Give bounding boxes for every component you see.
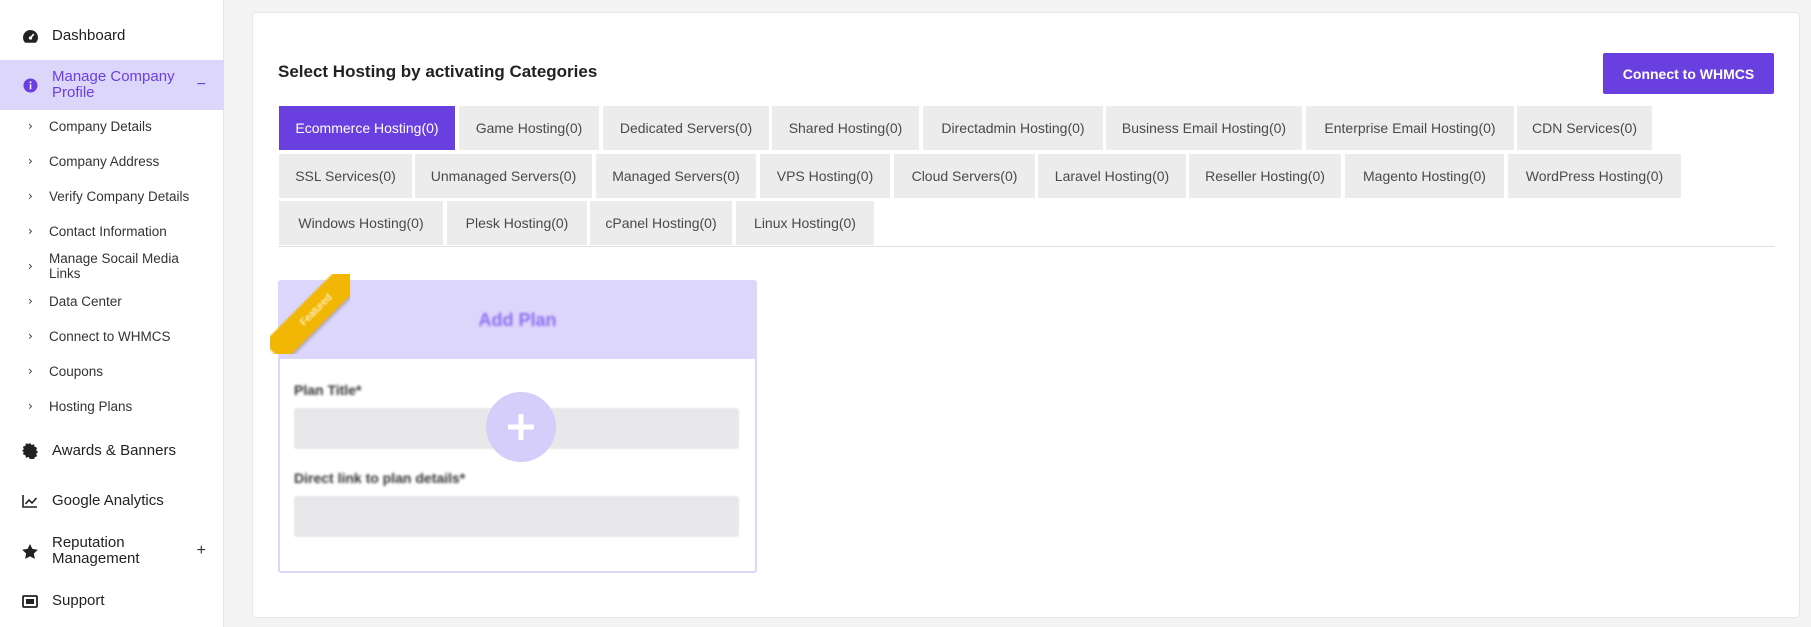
nav-awards-banners[interactable]: Awards & Banners <box>0 438 224 464</box>
page-title: Select Hosting by activating Categories <box>278 62 598 81</box>
tab-windows-hosting[interactable]: Windows Hosting(0) <box>279 201 443 245</box>
tab-linux-hosting[interactable]: Linux Hosting(0) <box>736 201 874 245</box>
chart-line-icon <box>21 492 39 510</box>
nav-support[interactable]: Support <box>0 588 224 614</box>
sidebar-item-label: Company Details <box>49 119 152 134</box>
tab-laravel-hosting[interactable]: Laravel Hosting(0) <box>1038 154 1186 198</box>
nav-google-analytics[interactable]: Google Analytics <box>0 488 224 514</box>
sidebar-item-data-center[interactable]: › Data Center <box>0 294 224 312</box>
tab-managed-servers[interactable]: Managed Servers(0) <box>596 154 756 198</box>
tab-directadmin-hosting[interactable]: Directadmin Hosting(0) <box>923 106 1103 150</box>
tab-vps-hosting[interactable]: VPS Hosting(0) <box>760 154 890 198</box>
sidebar-item-verify-company-details[interactable]: › Verify Company Details <box>0 189 224 207</box>
info-icon <box>21 76 39 94</box>
chevron-right-icon: › <box>28 364 33 378</box>
tab-shared-hosting[interactable]: Shared Hosting(0) <box>772 106 919 150</box>
nav-reputation-label-line1: Reputation <box>52 534 125 551</box>
sidebar-item-label: Hosting Plans <box>49 399 133 414</box>
nav-dashboard-label: Dashboard <box>52 27 126 44</box>
tab-wordpress-hosting[interactable]: WordPress Hosting(0) <box>1508 154 1681 198</box>
nav-analytics-label: Google Analytics <box>52 492 164 509</box>
tab-magento-hosting[interactable]: Magento Hosting(0) <box>1345 154 1504 198</box>
sidebar-item-company-address[interactable]: › Company Address <box>0 154 224 172</box>
sidebar-item-contact-information[interactable]: › Contact Information <box>0 224 224 242</box>
sidebar-item-label: Coupons <box>49 364 104 379</box>
add-plan-title: Add Plan <box>478 310 557 330</box>
dashboard-gauge-icon <box>21 27 39 45</box>
tab-plesk-hosting[interactable]: Plesk Hosting(0) <box>447 201 587 245</box>
plan-link-label: Direct link to plan details* <box>294 470 466 486</box>
tab-cpanel-hosting[interactable]: cPanel Hosting(0) <box>590 201 732 245</box>
chevron-right-icon: › <box>28 189 33 203</box>
chevron-right-icon: › <box>28 154 33 168</box>
nav-manage-company-label-line2: Profile <box>52 84 95 101</box>
connect-whmcs-button[interactable]: Connect to WHMCS <box>1603 53 1774 94</box>
tab-reseller-hosting[interactable]: Reseller Hosting(0) <box>1189 154 1341 198</box>
nav-reputation-label-line2: Management <box>52 550 140 567</box>
expand-toggle-icon[interactable]: + <box>197 542 206 560</box>
collapse-toggle-icon[interactable]: − <box>197 76 206 94</box>
sidebar: Dashboard Manage Company Profile − › Comp… <box>0 0 224 627</box>
nav-manage-company-label: Manage Company Profile <box>52 69 175 101</box>
tab-unmanaged-servers[interactable]: Unmanaged Servers(0) <box>415 154 592 198</box>
nav-awards-label: Awards & Banners <box>52 442 176 459</box>
featured-ribbon-label: Featured <box>270 274 350 354</box>
sidebar-item-company-details[interactable]: › Company Details <box>0 119 224 137</box>
chevron-right-icon: › <box>28 294 33 308</box>
sidebar-item-label: Company Address <box>49 154 160 169</box>
tab-business-email-hosting[interactable]: Business Email Hosting(0) <box>1106 106 1302 150</box>
ticket-icon <box>21 592 39 610</box>
tab-dedicated-servers[interactable]: Dedicated Servers(0) <box>603 106 769 150</box>
tab-cdn-services[interactable]: CDN Services(0) <box>1517 106 1652 150</box>
tab-ecommerce-hosting[interactable]: Ecommerce Hosting(0) <box>279 106 455 150</box>
add-plan-button[interactable] <box>486 392 556 462</box>
sidebar-item-hosting-plans[interactable]: › Hosting Plans <box>0 399 224 417</box>
nav-support-label: Support <box>52 592 105 609</box>
tabs-divider <box>278 246 1775 247</box>
add-plan-card[interactable]: Add Plan Featured Plan Title* Direct lin… <box>270 274 757 573</box>
tab-ssl-services[interactable]: SSL Services(0) <box>279 154 412 198</box>
nav-manage-company-profile[interactable]: Manage Company Profile − <box>0 60 224 110</box>
plan-link-input[interactable] <box>294 496 739 537</box>
star-icon <box>21 542 39 560</box>
sidebar-item-coupons[interactable]: › Coupons <box>0 364 224 382</box>
sidebar-item-manage-social-media-links[interactable]: › Manage Socail Media Links <box>0 251 224 283</box>
sidebar-item-label: Connect to WHMCS <box>49 329 171 344</box>
chevron-right-icon: › <box>28 224 33 238</box>
plan-title-label: Plan Title* <box>294 382 362 398</box>
sidebar-item-connect-to-whmcs[interactable]: › Connect to WHMCS <box>0 329 224 347</box>
sidebar-item-label: Data Center <box>49 294 122 309</box>
tab-enterprise-email-hosting[interactable]: Enterprise Email Hosting(0) <box>1306 106 1514 150</box>
featured-ribbon: Featured <box>270 274 350 354</box>
tab-game-hosting[interactable]: Game Hosting(0) <box>459 106 599 150</box>
tab-cloud-servers[interactable]: Cloud Servers(0) <box>894 154 1035 198</box>
chevron-right-icon: › <box>28 259 33 273</box>
nav-reputation-management[interactable]: Reputation Management + <box>0 533 224 569</box>
nav-dashboard[interactable]: Dashboard <box>0 22 224 50</box>
nav-reputation-label: Reputation Management <box>52 535 140 567</box>
chevron-right-icon: › <box>28 399 33 413</box>
sidebar-item-label: Manage Socail Media Links <box>49 251 179 281</box>
plan-card-header: Add Plan <box>280 282 755 359</box>
sidebar-item-label: Verify Company Details <box>49 189 190 204</box>
plus-icon <box>506 412 536 442</box>
chevron-right-icon: › <box>28 119 33 133</box>
nav-manage-company-label-line1: Manage Company <box>52 68 175 85</box>
badge-icon <box>21 442 39 460</box>
sidebar-item-label: Contact Information <box>49 224 167 239</box>
chevron-right-icon: › <box>28 329 33 343</box>
